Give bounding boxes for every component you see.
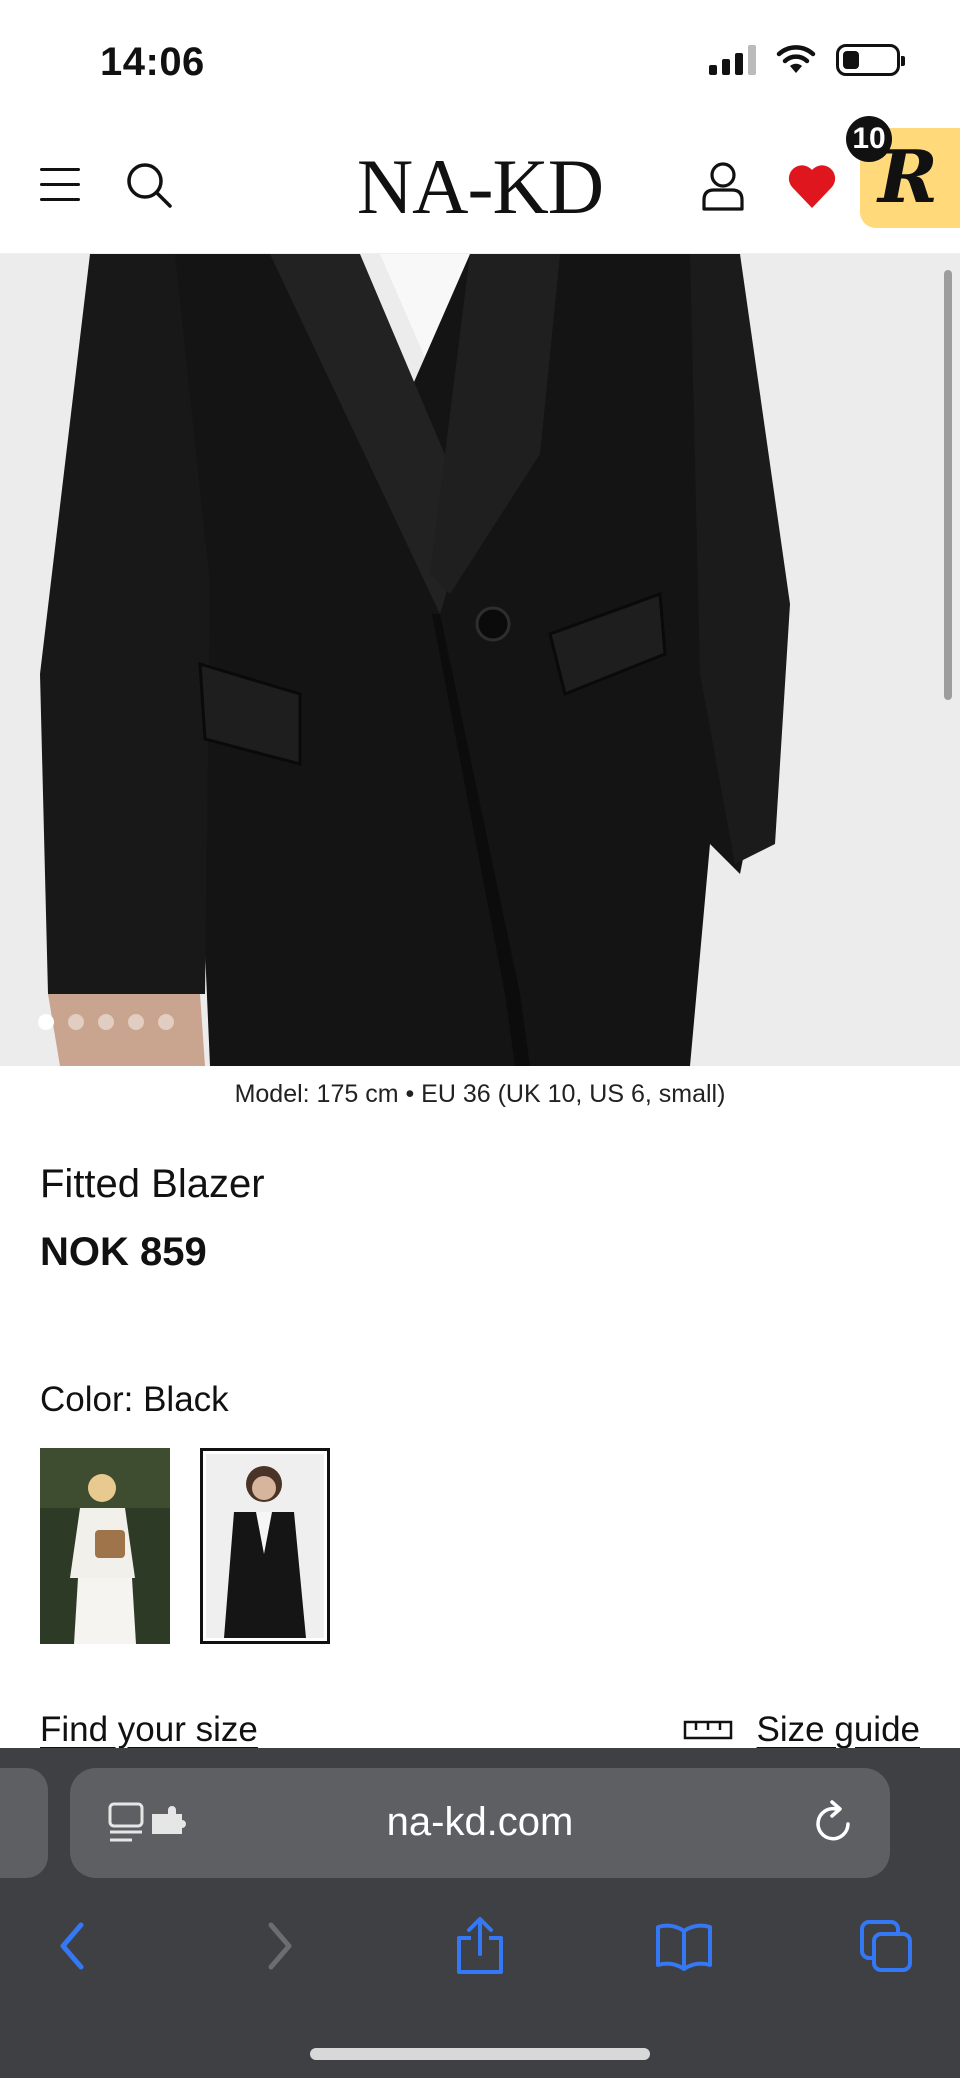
status-icons — [709, 44, 905, 76]
color-swatch-white[interactable] — [40, 1448, 170, 1644]
bookmarks-button[interactable] — [644, 1906, 724, 1986]
heart-icon[interactable] — [786, 160, 838, 212]
forward-button[interactable] — [240, 1906, 320, 1986]
tabs-button[interactable] — [846, 1906, 926, 1986]
ruler-icon — [683, 1720, 732, 1740]
product-name: Fitted Blazer — [40, 1162, 265, 1206]
share-button[interactable] — [440, 1906, 520, 1986]
back-button[interactable] — [32, 1906, 112, 1986]
carousel-dot[interactable] — [38, 1014, 54, 1030]
rewards-count-badge: 10 — [846, 116, 892, 162]
color-swatch-black[interactable] — [200, 1448, 330, 1644]
share-icon — [457, 1917, 503, 1974]
address-bar[interactable]: na-kd.com — [70, 1768, 890, 1878]
carousel-dots[interactable] — [38, 1014, 174, 1030]
forward-icon — [268, 1922, 292, 1970]
product-photo — [0, 254, 960, 1066]
wifi-icon — [776, 45, 816, 73]
search-icon[interactable] — [124, 160, 174, 210]
size-guide-link[interactable]: Size guide — [683, 1710, 920, 1750]
carousel-dot[interactable] — [158, 1014, 174, 1030]
tabs-icon — [860, 1920, 912, 1972]
bookmarks-icon — [656, 1923, 712, 1971]
swatch-thumbnail — [206, 1454, 324, 1638]
hamburger-icon[interactable] — [40, 168, 80, 202]
site-header: NA-KD R — [0, 120, 960, 254]
reload-icon[interactable] — [812, 1798, 856, 1846]
user-icon[interactable] — [700, 160, 746, 212]
product-price: NOK 859 — [40, 1230, 207, 1274]
home-indicator[interactable] — [310, 2048, 650, 2060]
url-text: na-kd.com — [386, 1800, 574, 1844]
size-guide-label: Size guide — [756, 1710, 920, 1749]
previous-tab-peek[interactable] — [0, 1768, 48, 1878]
carousel-dot[interactable] — [98, 1014, 114, 1030]
color-label: Color: Black — [40, 1380, 229, 1419]
carousel-dot[interactable] — [128, 1014, 144, 1030]
back-icon — [60, 1922, 84, 1970]
browser-toolbar — [0, 1906, 960, 1996]
model-info: Model: 175 cm • EU 36 (UK 10, US 6, smal… — [234, 1080, 726, 1108]
status-time: 14:06 — [100, 40, 205, 84]
browser-bar: na-kd.com — [0, 1748, 960, 2078]
scroll-indicator[interactable] — [944, 270, 952, 700]
cellular-signal-icon — [709, 45, 756, 75]
site-logo[interactable]: NA-KD — [357, 143, 604, 230]
product-image[interactable] — [0, 254, 960, 1066]
swatch-thumbnail — [40, 1448, 170, 1644]
carousel-dot[interactable] — [68, 1014, 84, 1030]
find-your-size-link[interactable]: Find your size — [40, 1710, 258, 1750]
battery-icon — [836, 44, 905, 76]
status-bar: 14:06 — [0, 0, 960, 120]
